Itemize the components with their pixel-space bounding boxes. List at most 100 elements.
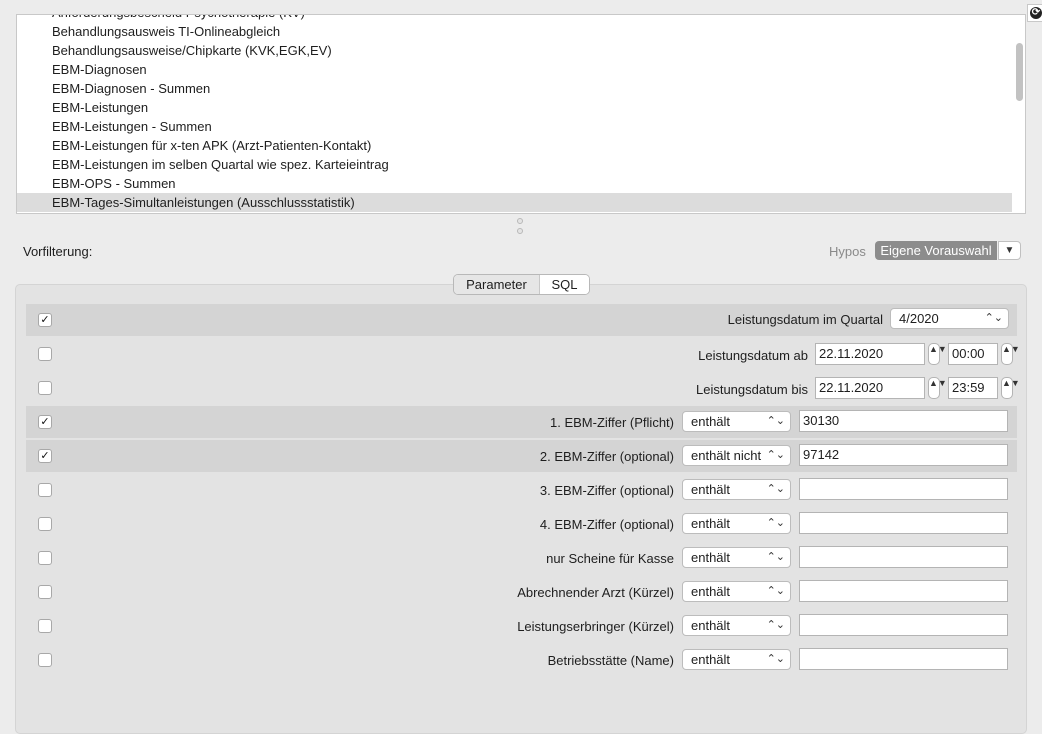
date-to-field[interactable]: 22.11.2020 <box>815 377 925 399</box>
updown-arrows-icon: ⌃⌄ <box>984 312 1003 324</box>
quarter-value: 4/2020 <box>899 311 939 326</box>
report-list-items: Anforderungsbescheid Psychotherapie (KV)… <box>17 15 1012 213</box>
date-from-stepper[interactable]: ▲▼ <box>928 343 947 365</box>
filter-value-field[interactable] <box>799 648 1008 670</box>
operator-select[interactable]: enthält ⌃⌄ <box>682 479 791 500</box>
operator-value: enthält <box>691 516 731 531</box>
filter-label: 4. EBM-Ziffer (optional) <box>539 517 674 532</box>
stepper-icon: ▲▼ <box>1002 344 1020 354</box>
list-item[interactable]: Behandlungsausweise/Chipkarte (KVK,EGK,E… <box>17 41 1012 60</box>
filter-checkbox[interactable] <box>38 619 52 633</box>
updown-arrows-icon: ⌃⌄ <box>766 619 785 631</box>
filter-row: Abrechnender Arzt (Kürzel) enthält ⌃⌄ <box>26 576 1017 608</box>
quarter-select[interactable]: 4/2020 ⌃⌄ <box>890 308 1009 329</box>
quarter-label: Leistungsdatum im Quartal <box>727 312 883 327</box>
date-from-field[interactable]: 22.11.2020 <box>815 343 925 365</box>
stepper-icon: ▲▼ <box>929 344 947 354</box>
operator-value: enthält <box>691 482 731 497</box>
operator-value: enthält <box>691 652 731 667</box>
filter-checkbox[interactable] <box>38 585 52 599</box>
refresh-icon-button[interactable]: ⟳ <box>1027 4 1042 22</box>
filter-row: ✓ 1. EBM-Ziffer (Pflicht) enthält ⌃⌄ 30130 <box>26 406 1017 438</box>
time-to-field[interactable]: 23:59 <box>948 377 998 399</box>
operator-value: enthält <box>691 584 731 599</box>
quarter-checkbox[interactable]: ✓ <box>38 313 52 327</box>
list-item[interactable]: EBM-Tages-Simultanleistungen (Ausschluss… <box>17 193 1012 212</box>
filter-value-field[interactable] <box>799 478 1008 500</box>
tab-sql[interactable]: SQL <box>540 275 589 294</box>
updown-arrows-icon: ⌃⌄ <box>766 449 785 461</box>
filter-checkbox[interactable]: ✓ <box>38 449 52 463</box>
prefilter-label: Vorfilterung: <box>23 244 93 259</box>
checkmark-icon: ✓ <box>40 314 50 326</box>
stepper-icon: ▲▼ <box>1002 378 1020 388</box>
date-to-stepper[interactable]: ▲▼ <box>928 377 947 399</box>
updown-arrows-icon: ⌃⌄ <box>766 585 785 597</box>
date-from-checkbox[interactable] <box>38 347 52 361</box>
list-item[interactable]: EBM-Leistungen - Summen <box>17 117 1012 136</box>
list-item[interactable]: EBM-Leistungen für x-ten APK (Arzt-Patie… <box>17 136 1012 155</box>
filter-checkbox[interactable] <box>38 517 52 531</box>
list-item[interactable]: Anforderungsbescheid Psychotherapie (KV) <box>17 15 1012 22</box>
filter-row: 4. EBM-Ziffer (optional) enthält ⌃⌄ <box>26 508 1017 540</box>
filter-label: 1. EBM-Ziffer (Pflicht) <box>549 415 674 430</box>
list-item[interactable]: Behandlungsausweis TI-Onlineabgleich <box>17 22 1012 41</box>
report-list[interactable]: Anforderungsbescheid Psychotherapie (KV)… <box>16 14 1026 214</box>
checkmark-icon: ✓ <box>40 416 50 428</box>
operator-select[interactable]: enthält nicht ⌃⌄ <box>682 445 791 466</box>
date-to-checkbox[interactable] <box>38 381 52 395</box>
stepper-icon: ▲▼ <box>929 378 947 388</box>
filter-label: 3. EBM-Ziffer (optional) <box>539 483 674 498</box>
tab-parameter[interactable]: Parameter <box>454 275 540 294</box>
list-scrollbar[interactable] <box>1016 43 1023 101</box>
operator-select[interactable]: enthält ⌃⌄ <box>682 581 791 602</box>
filter-value-field[interactable] <box>799 614 1008 636</box>
operator-select[interactable]: enthält ⌃⌄ <box>682 649 791 670</box>
operator-select[interactable]: enthält ⌃⌄ <box>682 513 791 534</box>
updown-arrows-icon: ⌃⌄ <box>766 517 785 529</box>
time-from-field[interactable]: 00:00 <box>948 343 998 365</box>
checkmark-icon: ✓ <box>40 450 50 462</box>
chevron-down-icon: ▼ <box>1004 245 1015 256</box>
list-item[interactable]: EBM-Diagnosen <box>17 60 1012 79</box>
handle-dot-icon <box>517 218 523 224</box>
date-from-label: Leistungsdatum ab <box>698 348 808 363</box>
list-item[interactable]: EBM-Leistungen im selben Quartal wie spe… <box>17 155 1012 174</box>
filter-checkbox[interactable] <box>38 551 52 565</box>
tab-switcher: Parameter SQL <box>453 274 590 295</box>
filter-checkbox[interactable]: ✓ <box>38 415 52 429</box>
hypos-label: Hypos <box>829 244 866 259</box>
handle-dot-icon <box>517 228 523 234</box>
operator-select[interactable]: enthält ⌃⌄ <box>682 411 791 432</box>
list-item[interactable]: Eigene Rechnungen - EBM <box>17 212 1012 213</box>
preset-dropdown-button[interactable]: ▼ <box>998 241 1021 260</box>
filter-checkbox[interactable] <box>38 483 52 497</box>
date-from-row: Leistungsdatum ab 22.11.2020 ▲▼ 00:00 ▲▼ <box>26 338 1020 370</box>
date-to-label: Leistungsdatum bis <box>695 382 808 397</box>
operator-select[interactable]: enthält ⌃⌄ <box>682 547 791 568</box>
filter-value-field[interactable] <box>799 512 1008 534</box>
operator-value: enthält <box>691 618 731 633</box>
filter-value-field[interactable]: 97142 <box>799 444 1008 466</box>
filter-value-field[interactable] <box>799 546 1008 568</box>
filter-value-field[interactable] <box>799 580 1008 602</box>
filter-value-field[interactable]: 30130 <box>799 410 1008 432</box>
filter-row: Leistungserbringer (Kürzel) enthält ⌃⌄ <box>26 610 1017 642</box>
updown-arrows-icon: ⌃⌄ <box>766 415 785 427</box>
list-item[interactable]: EBM-Diagnosen - Summen <box>17 79 1012 98</box>
updown-arrows-icon: ⌃⌄ <box>766 483 785 495</box>
filter-row: ✓ 2. EBM-Ziffer (optional) enthält nicht ⌃⌄… <box>26 440 1017 472</box>
time-to-stepper[interactable]: ▲▼ <box>1001 377 1020 399</box>
time-from-stepper[interactable]: ▲▼ <box>1001 343 1020 365</box>
filter-label: Abrechnender Arzt (Kürzel) <box>517 585 674 600</box>
refresh-icon: ⟳ <box>1030 7 1042 19</box>
split-view-handle[interactable] <box>517 218 523 236</box>
filter-row: 3. EBM-Ziffer (optional) enthält ⌃⌄ <box>26 474 1017 506</box>
preset-button[interactable]: Eigene Vorauswahl <box>875 241 997 260</box>
list-item[interactable]: EBM-Leistungen <box>17 98 1012 117</box>
list-item[interactable]: EBM-OPS - Summen <box>17 174 1012 193</box>
filter-label: nur Scheine für Kasse <box>546 551 674 566</box>
filter-checkbox[interactable] <box>38 653 52 667</box>
date-to-row: Leistungsdatum bis 22.11.2020 ▲▼ 23:59 ▲… <box>26 372 1020 404</box>
operator-select[interactable]: enthält ⌃⌄ <box>682 615 791 636</box>
